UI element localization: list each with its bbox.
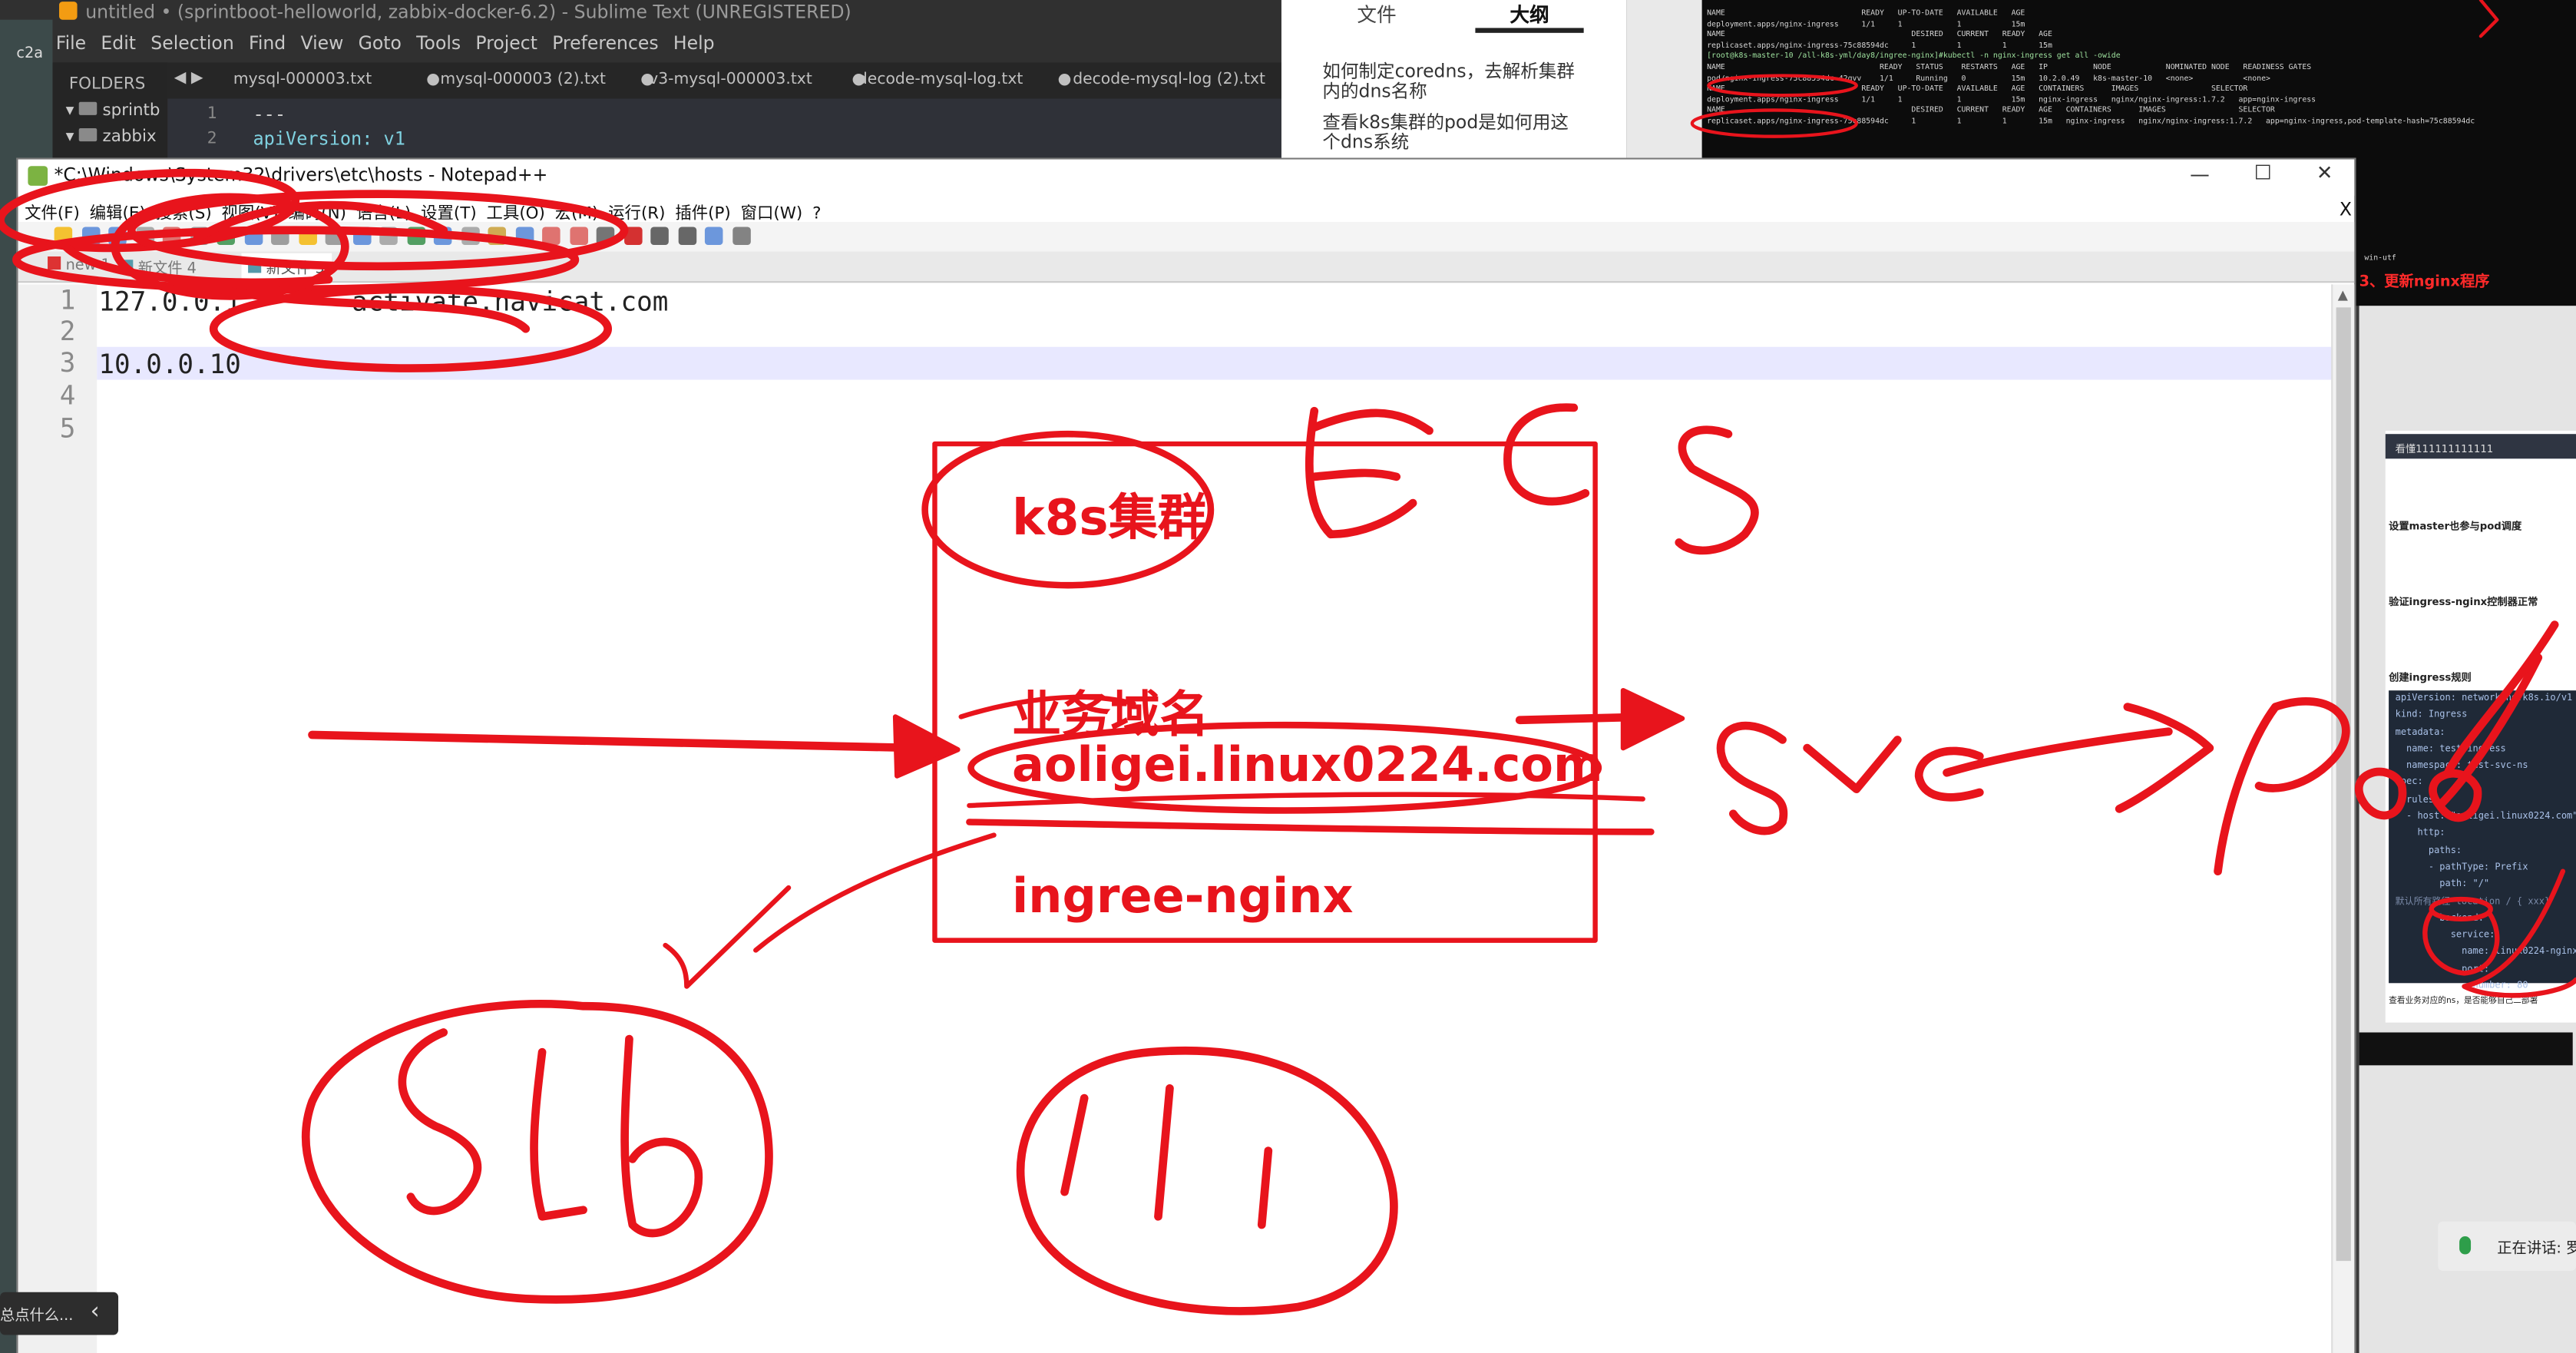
business-domain-label: 业务域名 (1012, 686, 1209, 745)
domain-underline (966, 819, 1655, 835)
slb-handwriting (301, 1000, 773, 1304)
k8s-cluster-label: k8s集群 (1012, 490, 1207, 547)
domain-name: aoligei.linux0224.com (1012, 736, 1603, 792)
ink-annotation-layer (0, 0, 2576, 1315)
terminal-circle (1707, 74, 1858, 98)
slb-pointer (753, 832, 997, 953)
111-handwriting (1016, 1046, 1398, 1315)
svc-pod-handwriting (1716, 620, 2559, 876)
incoming-arrow (308, 730, 924, 753)
111-circle (1016, 1046, 1398, 1315)
ingress-controller-label: ingree-nginx (1012, 868, 1354, 925)
ecs-handwriting (1305, 403, 1759, 555)
terminal-circle (1690, 108, 1858, 138)
toolbar-scribble (0, 168, 629, 372)
